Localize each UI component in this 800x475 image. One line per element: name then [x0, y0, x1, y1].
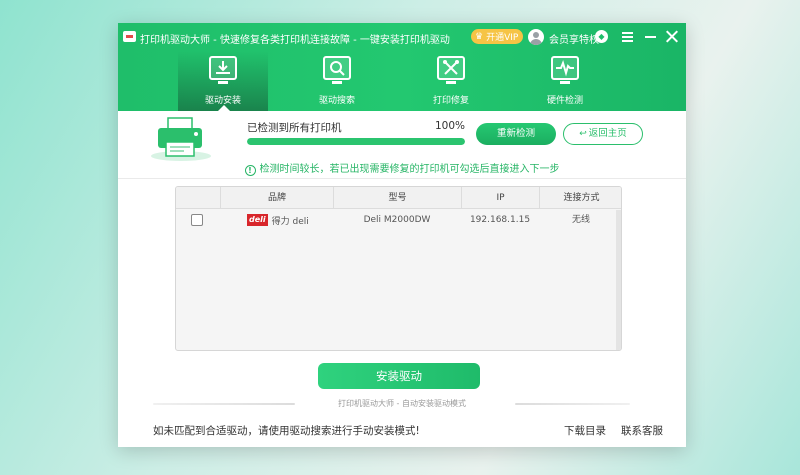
vip-crown-icon: ♛ — [475, 31, 484, 42]
driver-install-icon — [209, 56, 237, 84]
brand-name: 得力 deli — [271, 216, 309, 227]
app-window: 打印机驱动大师 - 快速修复各类打印机连接故障 - 一键安装打印机驱动 ♛ 开通… — [118, 23, 686, 447]
tab-label: 驱动搜索 — [318, 96, 355, 106]
ip-cell: 192.168.1.15 — [469, 215, 531, 225]
member-privileges-link[interactable]: 会员享特权 — [549, 31, 599, 46]
hardware-check-icon — [551, 56, 579, 84]
vip-label: 开通VIP — [486, 33, 519, 43]
contact-support-link[interactable]: 联系客服 — [621, 423, 663, 438]
progress-percent: 100% — [435, 120, 466, 132]
detection-progress-bar — [247, 138, 465, 145]
model-cell: Deli M2000DW — [363, 215, 431, 225]
column-header-select — [176, 187, 220, 209]
detection-status: 已检测到所有打印机 100% 重新检测 ↩ 返回主页 ! 检测时间较长，若已出现需要… — [118, 111, 686, 183]
title-bar: 打印机驱动大师 - 快速修复各类打印机连接故障 - 一键安装打印机驱动 ♛ 开通… — [118, 23, 686, 51]
minimize-icon[interactable] — [645, 36, 656, 38]
notice-text: 检测时间较长，若已出现需要修复的打印机可勾选后直接进入下一步 — [259, 164, 560, 175]
column-header-ip: IP — [461, 187, 539, 209]
driver-search-icon — [323, 56, 351, 84]
redetect-button[interactable]: 重新检测 — [476, 123, 556, 145]
printer-table: 品牌 型号 IP 连接方式 deli 得力 deli Deli M2000DW … — [175, 186, 622, 351]
printer-illustration-icon — [151, 117, 211, 161]
notice-banner: ! 检测时间较长，若已出现需要修复的打印机可勾选后直接进入下一步 — [118, 160, 686, 176]
manual-install-hint: 如未匹配到合适驱动，请使用驱动搜索进行手动安装模式! — [153, 425, 420, 437]
table-header: 品牌 型号 IP 连接方式 — [176, 187, 621, 209]
tab-label: 硬件检测 — [546, 96, 583, 106]
table-scrollbar[interactable] — [616, 210, 621, 350]
detected-status-text: 已检测到所有打印机 — [247, 122, 342, 134]
install-driver-button[interactable]: 安装驱动 — [318, 363, 480, 389]
tab-label: 打印修复 — [432, 96, 469, 106]
divider — [118, 178, 686, 179]
back-home-button[interactable]: ↩ 返回主页 — [563, 123, 643, 145]
progress-fill — [247, 138, 465, 145]
tab-hardware-check[interactable]: 硬件检测 — [520, 51, 610, 111]
download-directory-link[interactable]: 下载目录 — [564, 423, 606, 438]
back-home-label: 返回主页 — [588, 128, 627, 139]
close-icon[interactable] — [665, 30, 678, 43]
tab-print-repair[interactable]: 打印修复 — [406, 51, 496, 111]
column-header-brand: 品牌 — [220, 187, 333, 209]
diamond-icon[interactable]: ◆ — [595, 30, 608, 43]
back-arrow-icon: ↩ — [579, 129, 587, 139]
tab-label: 驱动安装 — [204, 96, 241, 106]
print-repair-icon — [437, 56, 465, 84]
tab-driver-search[interactable]: 驱动搜索 — [292, 51, 382, 111]
row-checkbox[interactable] — [191, 214, 203, 226]
avatar[interactable] — [528, 29, 544, 45]
connection-cell: 无线 — [571, 215, 590, 225]
app-title: 打印机驱动大师 - 快速修复各类打印机连接故障 - 一键安装打印机驱动 — [140, 35, 450, 46]
app-logo-icon — [123, 31, 136, 42]
caption-divider-right — [515, 403, 630, 405]
table-row[interactable]: deli 得力 deli Deli M2000DW 192.168.1.15 无… — [176, 210, 621, 230]
vip-button[interactable]: ♛ 开通VIP — [471, 29, 523, 44]
column-header-model: 型号 — [333, 187, 461, 209]
menu-icon[interactable] — [622, 32, 633, 42]
warning-icon: ! — [244, 165, 256, 176]
deli-logo: deli — [247, 214, 268, 226]
brand-cell: deli 得力 deli — [247, 213, 309, 227]
column-header-connection: 连接方式 — [539, 187, 621, 209]
header: 打印机驱动大师 - 快速修复各类打印机连接故障 - 一键安装打印机驱动 ♛ 开通… — [118, 23, 686, 111]
tab-driver-install[interactable]: 驱动安装 — [178, 51, 268, 111]
